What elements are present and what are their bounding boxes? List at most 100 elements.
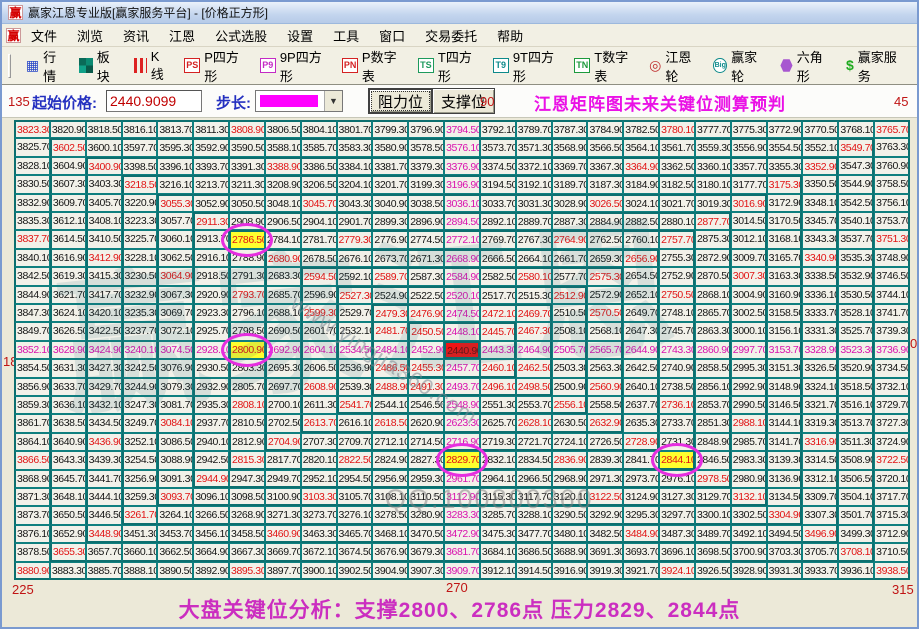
gann-cell: 3825.70 bbox=[14, 138, 50, 156]
gann-cell: 2947.30 bbox=[229, 470, 265, 488]
gann-cell: 2539.30 bbox=[337, 378, 373, 396]
gann-cell: 3628.90 bbox=[50, 341, 86, 359]
gann-cell: 2887.30 bbox=[552, 212, 588, 230]
toolbar-item-label: 赢家轮 bbox=[731, 47, 766, 85]
gann-cell: 3535.30 bbox=[838, 249, 874, 267]
chevron-down-icon[interactable]: ▼ bbox=[324, 91, 342, 111]
gann-cell: 3684.10 bbox=[480, 543, 516, 561]
gann-cell: 3864.10 bbox=[14, 433, 50, 451]
gann-cell: 3573.70 bbox=[480, 138, 516, 156]
angle-label-0: 0 bbox=[910, 336, 917, 351]
gann-cell: 3040.90 bbox=[372, 194, 408, 212]
gann-cell: 3770.50 bbox=[802, 120, 838, 138]
key-levels-summary: 大盘关键位分析：支撑2800、2786点 压力2829、2844点 bbox=[2, 594, 917, 624]
gann-cell: 2949.70 bbox=[265, 470, 301, 488]
gann-cell: 3386.50 bbox=[301, 157, 337, 175]
toolbar-item-江恩轮[interactable]: ◎江恩轮 bbox=[642, 43, 706, 89]
gann-cell: 2484.10 bbox=[372, 341, 408, 359]
resistance-button[interactable]: 阻力位 bbox=[368, 88, 433, 114]
start-price-input[interactable] bbox=[106, 90, 202, 112]
toolbar-grip[interactable] bbox=[8, 54, 11, 78]
gann-cell: 3732.10 bbox=[874, 378, 910, 396]
gann-cell: 2460.10 bbox=[480, 359, 516, 377]
gann-cell: 2824.90 bbox=[372, 451, 408, 469]
gann-cell: 3520.90 bbox=[838, 359, 874, 377]
gann-cell: 2575.30 bbox=[587, 267, 623, 285]
gann-cell: 2558.50 bbox=[587, 396, 623, 414]
gann-cell: 2760.10 bbox=[623, 230, 659, 248]
toolbar-item-行情[interactable]: ▦行情 bbox=[19, 43, 72, 89]
gann-cell: 2568.10 bbox=[587, 322, 623, 340]
gann-cell: 2997.70 bbox=[731, 341, 767, 359]
gann-cell: 3871.30 bbox=[14, 488, 50, 506]
gann-cell: 3328.90 bbox=[802, 341, 838, 359]
gann-cell: 3777.70 bbox=[695, 120, 731, 138]
gann-cell: 2836.90 bbox=[552, 451, 588, 469]
gann-cell: 3712.90 bbox=[874, 525, 910, 543]
gann-cell: 3417.70 bbox=[86, 286, 122, 304]
gann-cell: 3525.70 bbox=[838, 322, 874, 340]
gann-cell: 2596.90 bbox=[301, 286, 337, 304]
toolbar-item-T四方形[interactable]: TST四方形 bbox=[411, 43, 486, 89]
gann-cell: 3614.50 bbox=[50, 230, 86, 248]
gann-cell: 3808.90 bbox=[229, 120, 265, 138]
toolbar-item-9T四方形[interactable]: T99T四方形 bbox=[486, 43, 567, 89]
gann-cell: 3036.10 bbox=[444, 194, 480, 212]
toolbar-item-9P四方形[interactable]: P99P四方形 bbox=[253, 43, 335, 89]
toolbar-item-K线[interactable]: K线 bbox=[127, 45, 177, 87]
gann-cell: 2772.10 bbox=[444, 230, 480, 248]
controls-bar: 135 起始价格: 步长: ▼ 阻力位 支撑位 90 江恩矩阵图未来关键位测算预… bbox=[2, 85, 917, 118]
gann-cell: 3664.90 bbox=[193, 543, 229, 561]
toolbar-item-赢家服务[interactable]: $赢家服务 bbox=[839, 43, 911, 89]
toolbar-item-P四方形[interactable]: PSP四方形 bbox=[177, 43, 253, 89]
gann-cell: 3648.10 bbox=[50, 488, 86, 506]
gann-cell: 3741.70 bbox=[874, 304, 910, 322]
toolbar-item-板块[interactable]: 板块 bbox=[72, 43, 127, 89]
gann-cell: 3424.90 bbox=[86, 341, 122, 359]
gann-cell: 2719.30 bbox=[480, 433, 516, 451]
gann-cell: 3880.90 bbox=[14, 562, 50, 580]
gann-cell: 3254.50 bbox=[122, 451, 158, 469]
toolbar-item-T数字表[interactable]: TNT数字表 bbox=[567, 43, 642, 89]
gann-cell: 3376.90 bbox=[444, 157, 480, 175]
toolbar-item-label: P四方形 bbox=[204, 47, 246, 85]
toolbar-item-赢家轮[interactable]: Big赢家轮 bbox=[706, 43, 773, 89]
gann-cell: 3931.30 bbox=[767, 562, 803, 580]
gann-cell: 2635.30 bbox=[623, 414, 659, 432]
gann-cell: 2503.30 bbox=[552, 359, 588, 377]
gann-cell: 3693.70 bbox=[623, 543, 659, 561]
gann-cell: 2577.70 bbox=[552, 267, 588, 285]
gann-cell: 2877.70 bbox=[695, 212, 731, 230]
gann-cell: 3506.50 bbox=[838, 470, 874, 488]
gann-cell: 3528.10 bbox=[838, 304, 874, 322]
gann-cell: 3218.50 bbox=[122, 175, 158, 193]
gann-cell: 3223.30 bbox=[122, 212, 158, 230]
gann-cell: 3432.10 bbox=[86, 396, 122, 414]
gann-cell: 2858.50 bbox=[695, 359, 731, 377]
gann-cell: 2541.70 bbox=[337, 396, 373, 414]
toolbar-item-label: 行情 bbox=[43, 47, 65, 85]
gann-cell: 3645.70 bbox=[50, 470, 86, 488]
gann-cell: 3897.70 bbox=[265, 562, 301, 580]
gann-cell: 2776.90 bbox=[372, 230, 408, 248]
gann-cell: 3360.10 bbox=[695, 157, 731, 175]
gann-cell: 3547.30 bbox=[838, 157, 874, 175]
gann-cell: 2916.10 bbox=[193, 249, 229, 267]
gann-cell: 2726.50 bbox=[587, 433, 623, 451]
toolbar-item-P数字表[interactable]: PNP数字表 bbox=[335, 43, 411, 89]
step-color-dropdown[interactable]: ▼ bbox=[255, 90, 343, 112]
gann-cell: 2565.70 bbox=[587, 341, 623, 359]
gann-cell: 3657.70 bbox=[86, 543, 122, 561]
gann-cell: 3717.70 bbox=[874, 488, 910, 506]
gann-cell: 2700.10 bbox=[265, 396, 301, 414]
gann-cell: 2493.70 bbox=[444, 378, 480, 396]
gann-cell: 2668.90 bbox=[444, 249, 480, 267]
gann-cell: 3681.70 bbox=[444, 543, 480, 561]
toolbar-item-六角形[interactable]: 六角形 bbox=[773, 43, 839, 89]
gann-cell: 3374.50 bbox=[480, 157, 516, 175]
gann-cell: 2474.50 bbox=[444, 304, 480, 322]
gann-cell: 3244.90 bbox=[122, 378, 158, 396]
gann-cell: 3609.70 bbox=[50, 194, 86, 212]
gann-cell: 3840.10 bbox=[14, 249, 50, 267]
gann-cell: 3333.70 bbox=[802, 304, 838, 322]
